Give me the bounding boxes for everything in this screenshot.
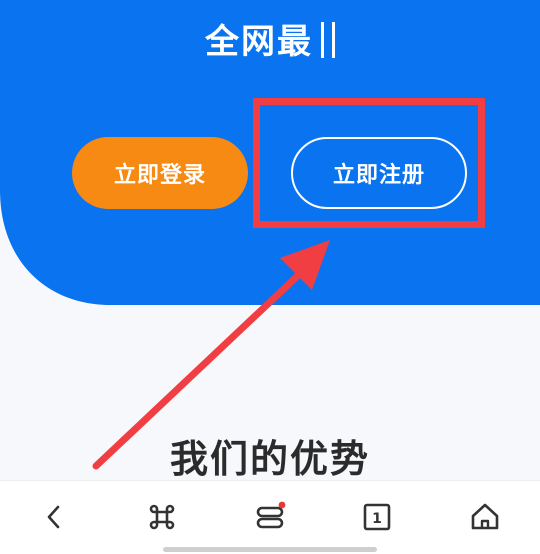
tabs-button[interactable]: 1 [351,495,403,539]
login-button[interactable]: 立即登录 [72,137,248,209]
tabs-count: 1 [372,511,382,527]
hero-title: 全网最 [0,14,540,63]
back-button[interactable] [28,495,80,539]
home-button[interactable] [459,495,511,539]
back-chevron-icon [47,505,60,529]
text-cursor-bar-2 [332,22,335,58]
annotation-highlight-box [253,98,485,228]
bottom-navigation-bar: 1 [0,480,540,554]
menu-stack-icon [256,501,286,529]
tabs-count-icon: 1 [363,503,391,531]
gesture-home-indicator[interactable] [163,547,377,552]
command-icon [149,504,175,530]
home-icon [471,503,499,530]
command-button[interactable] [136,495,188,539]
menu-button[interactable] [244,495,296,539]
notification-dot-icon [278,501,286,509]
hero-background [0,0,540,380]
section-title-advantages: 我们的优势 [169,437,370,481]
text-cursor-bar [321,22,324,58]
